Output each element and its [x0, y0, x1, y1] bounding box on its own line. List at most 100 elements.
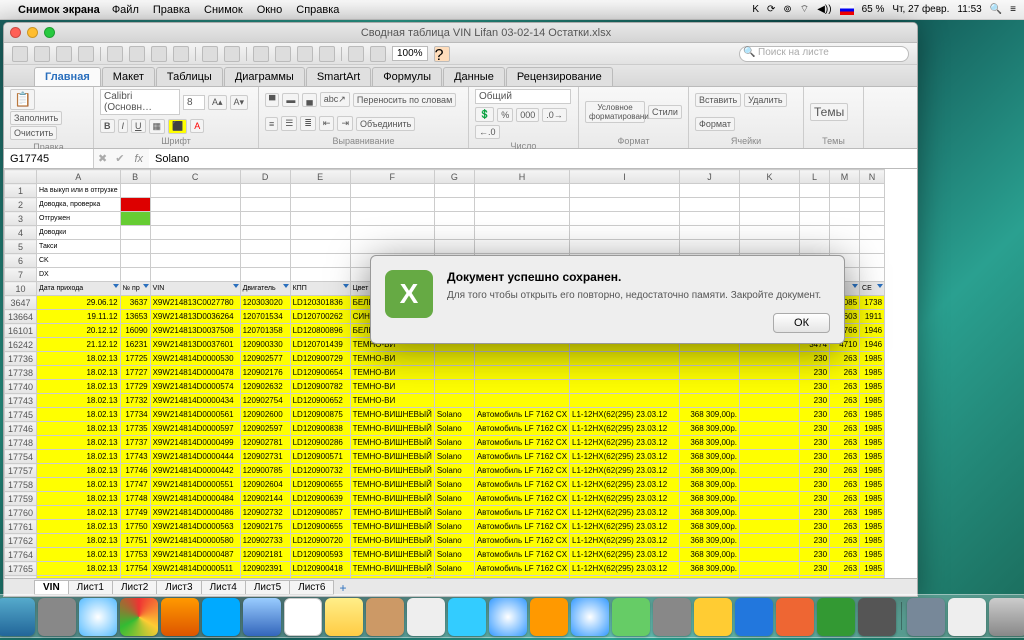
cell[interactable]: 263 [830, 366, 860, 380]
dock-skype[interactable] [202, 598, 240, 636]
cell[interactable]: 20.12.12 [37, 324, 121, 338]
dock-launchpad[interactable] [38, 598, 76, 636]
clear-button[interactable]: Очистить [10, 126, 57, 140]
cell[interactable] [150, 254, 240, 268]
cell[interactable] [740, 436, 800, 450]
number-format-select[interactable]: Общий [475, 89, 571, 104]
cell[interactable]: Доводки [37, 226, 121, 240]
row-header[interactable]: 17736 [5, 352, 37, 366]
filter-header[interactable]: КПП [290, 282, 350, 296]
cell[interactable]: L1-12HX(62(295) 23.03.12 [570, 506, 680, 520]
cell[interactable]: 263 [830, 506, 860, 520]
cell[interactable] [740, 380, 800, 394]
fill-button[interactable]: Заполнить [10, 111, 62, 125]
cell[interactable]: LD120900286 [290, 436, 350, 450]
dock-preferences[interactable] [653, 598, 691, 636]
tab-layout[interactable]: Макет [102, 67, 155, 86]
cell[interactable] [240, 226, 290, 240]
zoom-button[interactable] [44, 27, 55, 38]
cell[interactable]: Автомобиль LF 7162 CX [474, 450, 569, 464]
cell[interactable]: ТЕМНО-ВИШНЕВЫЙ [350, 478, 434, 492]
cell[interactable]: 263 [830, 534, 860, 548]
cell[interactable] [570, 240, 680, 254]
grow-font-icon[interactable]: A▴ [208, 95, 227, 110]
cell[interactable]: 263 [830, 520, 860, 534]
cell[interactable]: 17748 [120, 492, 150, 506]
zoom-help-icon[interactable]: ? [434, 46, 450, 62]
cell[interactable]: 230 [800, 492, 830, 506]
cell[interactable]: ТЕМНО-ВИ [350, 366, 434, 380]
cell[interactable]: 120902732 [240, 506, 290, 520]
cell[interactable]: На выкуп или в отгрузке [37, 184, 121, 198]
cell[interactable]: X9W214814D0000511 [150, 562, 240, 576]
row-header[interactable]: 17738 [5, 366, 37, 380]
cell[interactable]: 1738 [860, 296, 885, 310]
cell[interactable]: L1-12HX(62(295) 23.03.12 [570, 548, 680, 562]
cell[interactable]: 120902175 [240, 520, 290, 534]
cell[interactable]: 1985 [860, 450, 885, 464]
cell[interactable] [350, 226, 434, 240]
col-header-E[interactable]: E [290, 170, 350, 184]
cell[interactable]: 120902391 [240, 562, 290, 576]
dock-contacts[interactable] [366, 598, 404, 636]
zoom-level[interactable]: 100% [392, 46, 428, 61]
cell[interactable]: 18.02.13 [37, 534, 121, 548]
cell[interactable]: 368 309,00р. [680, 534, 740, 548]
cell[interactable]: Solano [434, 422, 474, 436]
row-header[interactable]: 3647 [5, 296, 37, 310]
cell[interactable]: LD120900857 [290, 506, 350, 520]
tab-smartart[interactable]: SmartArt [306, 67, 371, 86]
cell[interactable]: 17732 [120, 394, 150, 408]
col-header-K[interactable]: K [740, 170, 800, 184]
cell[interactable]: 368 309,00р. [680, 436, 740, 450]
cell[interactable]: 1985 [860, 352, 885, 366]
cell[interactable]: 16231 [120, 338, 150, 352]
cell[interactable]: 29.06.12 [37, 296, 121, 310]
cell[interactable]: LD120900875 [290, 408, 350, 422]
filter-header[interactable]: VIN [150, 282, 240, 296]
cell[interactable] [150, 212, 240, 226]
add-sheet-button[interactable]: + [339, 581, 346, 595]
cell[interactable]: 1985 [860, 520, 885, 534]
tab-data[interactable]: Данные [443, 67, 505, 86]
cell[interactable]: ТЕМНО-ВИ [350, 352, 434, 366]
menu-file[interactable]: Файл [112, 4, 139, 16]
clock-date[interactable]: Чт, 27 февр. [892, 4, 949, 15]
dock-doc[interactable] [948, 598, 986, 636]
cell[interactable] [800, 198, 830, 212]
cell[interactable]: 18.02.13 [37, 576, 121, 579]
cell[interactable] [860, 226, 885, 240]
save-icon[interactable] [56, 46, 72, 62]
row-header[interactable]: 17757 [5, 464, 37, 478]
cell[interactable]: X9W214814D0000482 [150, 576, 240, 579]
cell[interactable]: 1985 [860, 408, 885, 422]
cell[interactable]: X9W214814D0000478 [150, 366, 240, 380]
cell[interactable]: 1985 [860, 464, 885, 478]
cell[interactable]: 17735 [120, 422, 150, 436]
cell[interactable]: L1-12HX(62(295) 23.03.12 [570, 534, 680, 548]
open-icon[interactable] [34, 46, 50, 62]
cell[interactable] [350, 212, 434, 226]
cell[interactable]: X9W214814D0000551 [150, 478, 240, 492]
cell[interactable] [740, 394, 800, 408]
paste-icon[interactable] [151, 46, 167, 62]
cell[interactable] [570, 184, 680, 198]
cell[interactable]: ТЕМНО-ВИШНЕВЫЙ [350, 534, 434, 548]
dock-maps[interactable] [612, 598, 650, 636]
cell[interactable]: 263 [830, 436, 860, 450]
merge-button[interactable]: Объединить [356, 117, 415, 131]
cell[interactable]: 263 [830, 394, 860, 408]
volume-icon[interactable]: ◀)) [817, 4, 831, 15]
cell[interactable]: 17751 [120, 534, 150, 548]
cell[interactable]: 120902731 [240, 450, 290, 464]
cell[interactable] [860, 198, 885, 212]
cell[interactable]: 3637 [120, 296, 150, 310]
cell[interactable] [434, 226, 474, 240]
filter-header[interactable]: Дата прихода [37, 282, 121, 296]
cell[interactable] [860, 576, 885, 579]
row-header[interactable]: 17760 [5, 506, 37, 520]
cell[interactable] [680, 184, 740, 198]
cell[interactable] [474, 380, 569, 394]
cell[interactable] [800, 212, 830, 226]
cell[interactable]: Solano [434, 562, 474, 576]
